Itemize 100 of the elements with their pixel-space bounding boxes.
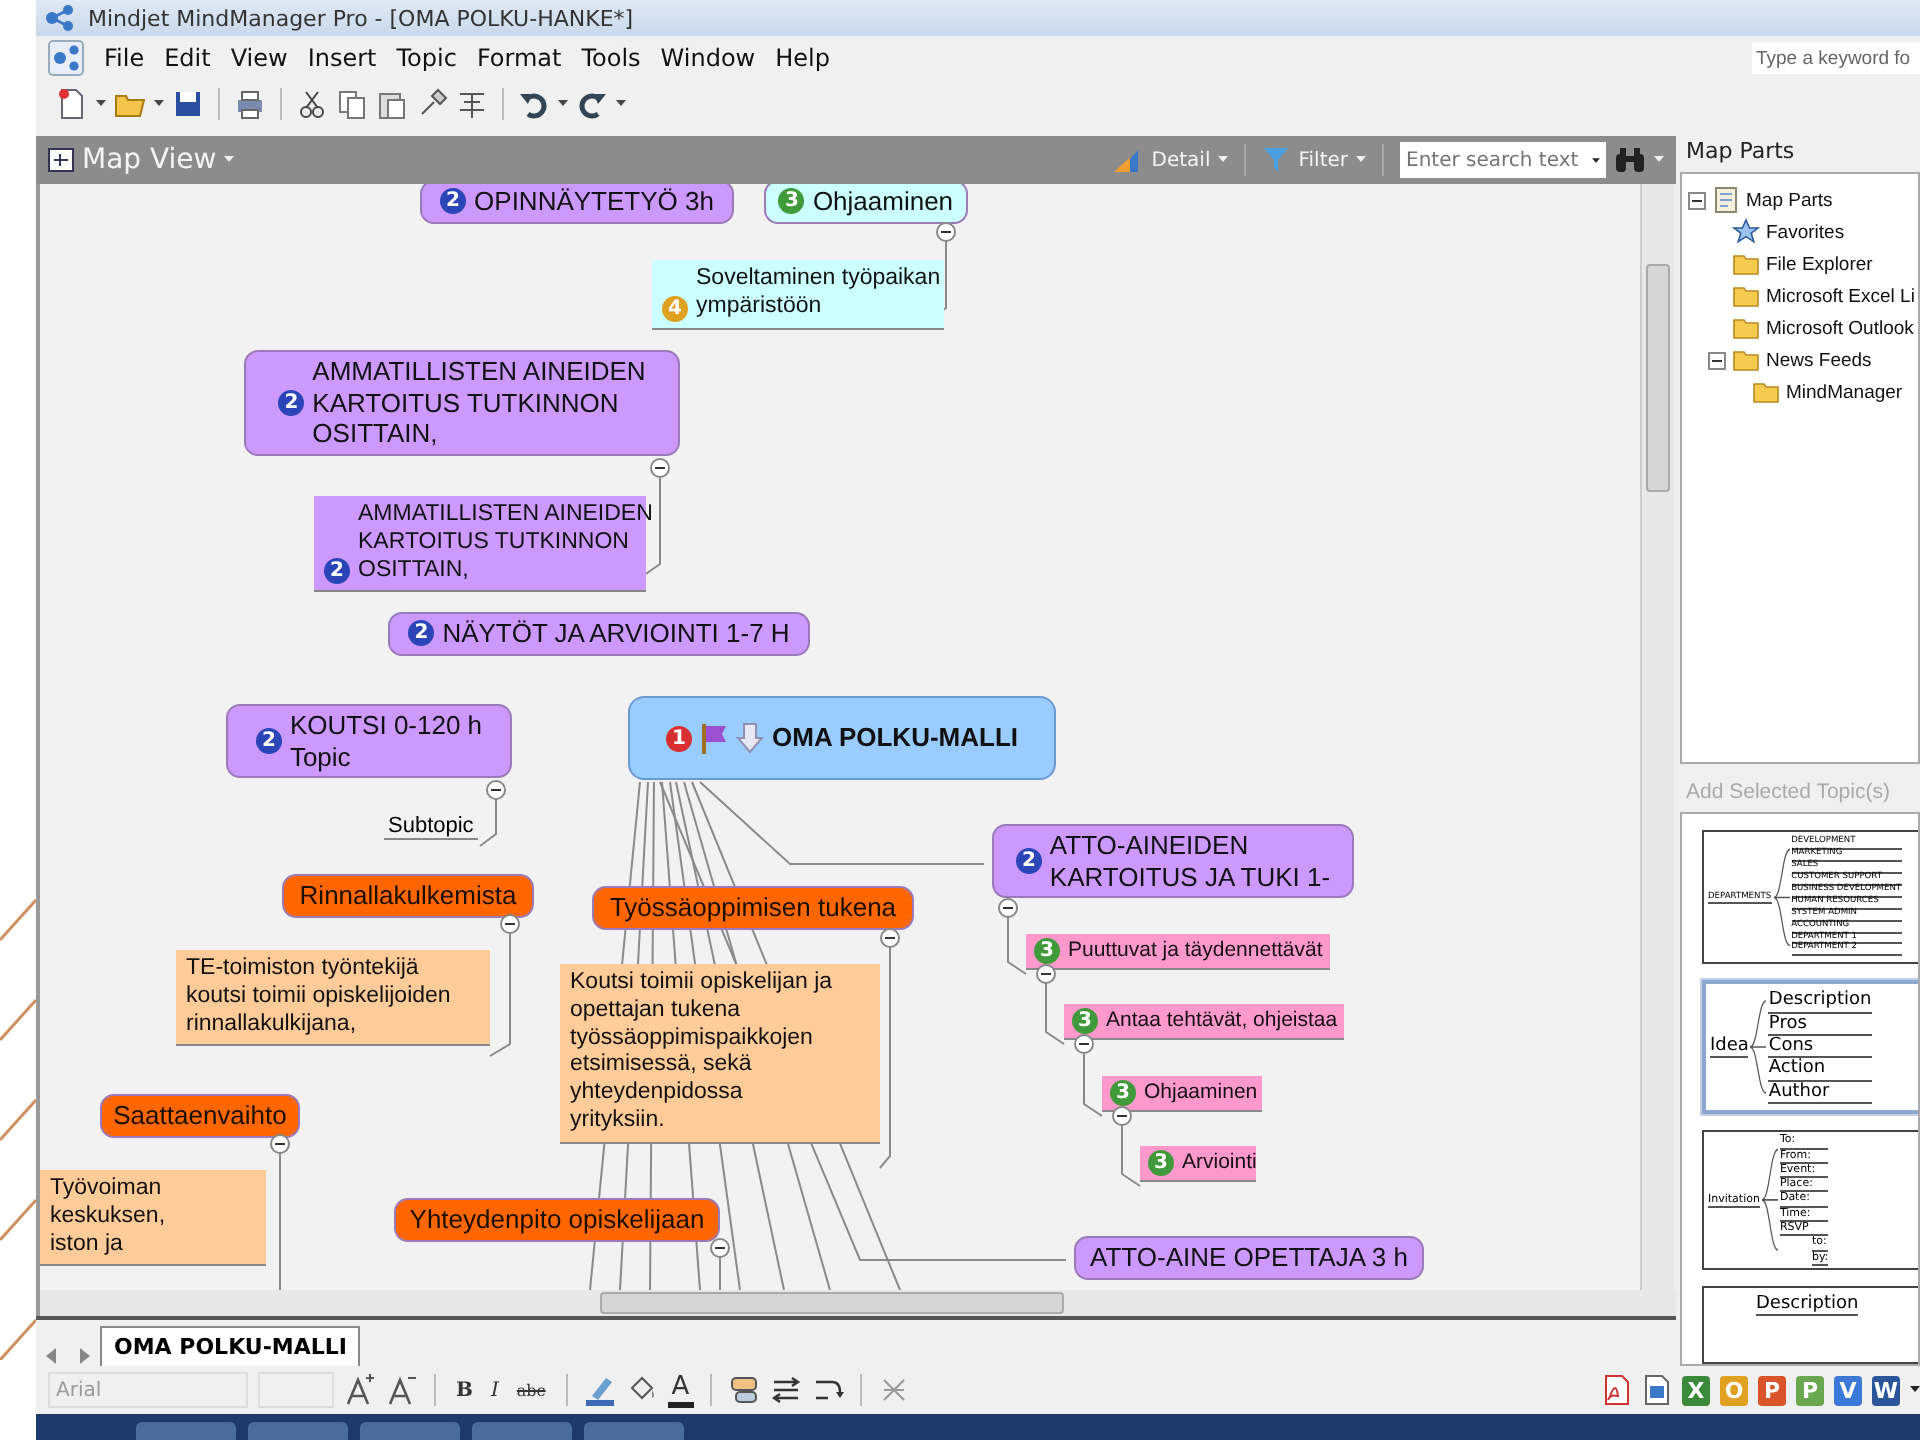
copy-icon[interactable] [336,88,368,120]
app-button[interactable]: W [1872,1375,1900,1405]
collapse-icon[interactable] [998,898,1018,918]
tree-item[interactable]: Microsoft Outlook [1766,317,1914,339]
collapse-icon[interactable] [1112,1106,1132,1126]
menu-item[interactable]: File [104,44,145,72]
app-button[interactable]: V [1834,1375,1862,1405]
subtopic-label[interactable]: Subtopic [384,814,478,840]
app-button[interactable]: P [1758,1375,1786,1405]
caret-icon[interactable] [1910,1386,1920,1394]
shrink-font-icon[interactable] [386,1374,418,1406]
subtopic-box[interactable]: 3 Ohjaaminen [1102,1076,1262,1112]
vertical-scrollbar[interactable] [1640,184,1674,1290]
folder-icon [1732,316,1760,340]
new-document-icon[interactable] [56,88,88,120]
caret-icon[interactable] [616,100,626,108]
caret-icon[interactable] [154,100,164,108]
help-search-field[interactable]: Type a keyword fo [1752,42,1920,74]
topic-box[interactable]: Yhteydenpito opiskelijaan [394,1198,720,1242]
undo-icon[interactable] [518,88,550,120]
topic-box[interactable]: Työssäoppimisen tukena [592,886,914,930]
topic-text: Arviointi [1182,1150,1257,1176]
collapse-icon[interactable] [486,780,506,800]
bold-button[interactable]: B [452,1379,477,1401]
template-label: Description [1756,1294,1859,1317]
topic-note[interactable]: 4 Soveltaminen työpaikan ympäristöön [652,260,944,330]
topic-note[interactable]: Työvoiman keskuksen, iston ja [40,1170,266,1267]
template-thumbnail[interactable]: Description [1702,1286,1918,1364]
search-field[interactable]: Enter search text [1400,142,1606,178]
priority-badge: 3 [1072,1008,1098,1034]
branch-lines-drawing [1750,996,1767,1099]
tree-item[interactable]: Microsoft Excel Li [1766,285,1915,307]
cut-icon[interactable] [296,88,328,120]
topic-text: Saattaenvaihto [113,1100,287,1132]
topic-text: Yhteydenpito opiskelijaan [409,1204,705,1236]
pdf-icon[interactable] [1602,1374,1632,1406]
topic-box[interactable]: 2 AMMATILLISTEN AINEIDEN KARTOITUS TUTKINNON OSITTAIN, [244,350,680,456]
binoculars-icon[interactable] [1614,146,1646,174]
redo-icon[interactable] [576,88,608,120]
collapse-icon[interactable] [1708,351,1726,369]
collapse-icon[interactable] [500,914,520,934]
collapse-icon[interactable] [1036,964,1056,984]
template-thumbnail[interactable]: Idea Description Pros Cons Action Author [1702,980,1918,1115]
priority-badge: 3 [778,188,805,215]
central-topic[interactable]: 1 OMA POLKU-MALLI [628,696,1056,780]
highlighter-icon[interactable] [583,1374,616,1406]
subtopic-box[interactable]: 3 Puuttuvat ja täydennettävät [1026,934,1330,970]
collapse-icon[interactable] [650,458,670,478]
topic-note[interactable]: 2 AMMATILLISTEN AINEIDEN KARTOITUS TUTKINNON OSITTAIN, [314,496,646,593]
caret-icon[interactable] [558,100,568,108]
collapse-icon[interactable] [1688,191,1706,209]
subtopic-box[interactable]: 3 Arviointi [1140,1146,1256,1182]
collapse-icon[interactable] [880,928,900,948]
menu-item[interactable]: Insert [307,44,377,72]
caret-icon[interactable] [96,100,106,108]
scrollbar-thumb[interactable] [600,1292,1064,1314]
collapse-icon[interactable] [710,1238,730,1258]
grow-font-icon[interactable] [344,1374,376,1406]
format-painter-icon[interactable] [416,88,448,120]
menu-item[interactable]: View [230,44,288,72]
collapse-icon[interactable] [270,1134,290,1154]
menu-item[interactable]: Format [476,44,562,72]
topic-note[interactable]: TE-toimiston työntekijä koutsi toimii opiskelijoiden rinnallakulkijana, [176,950,490,1047]
priority-badge: 1 [666,725,692,751]
topic-box[interactable]: Rinnallakulkemista [282,874,534,918]
menu-item[interactable]: Topic [396,44,457,72]
document-icon[interactable] [1642,1374,1672,1406]
menu-item[interactable]: Help [775,44,830,72]
save-icon[interactable] [172,88,204,120]
topic-box[interactable]: 2 NÄYTÖT JA ARVIOINTI 1-7 H [388,612,810,656]
app-logo-icon[interactable] [48,40,84,76]
collapse-icon[interactable] [1074,1034,1094,1054]
topic-box[interactable]: 3 Ohjaaminen [764,184,968,224]
topic-box[interactable]: ATTO-AINE OPETTAJA 3 h [1074,1236,1424,1280]
menu-item[interactable]: Tools [581,44,641,72]
topic-box[interactable]: 2 OPINNÄYTETYÖ 3h [420,184,734,224]
scrollbar-thumb[interactable] [1646,264,1670,492]
font-color-button[interactable]: A [667,1372,694,1408]
topic-note[interactable]: Koutsi toimii opiskelijan ja opettajan tukena työssäoppimispaikkojen etsimisessä, sekä yhteydenpidossa yrityksiin. [560,964,880,1144]
topic-text: Antaa tehtävät, ohjeistaa [1106,1008,1338,1034]
tree-item[interactable]: News Feeds [1766,349,1872,371]
strikethrough-button[interactable]: abc [512,1381,550,1399]
tree-item[interactable]: Map Parts [1746,189,1833,211]
horizontal-scrollbar[interactable] [36,1290,1676,1316]
folder-icon [1732,284,1760,308]
sheet-tab[interactable]: OMA POLKU-MALLI [100,1326,361,1366]
collapse-icon[interactable] [936,222,956,242]
subtopic-box[interactable]: 3 Antaa tehtävät, ohjeistaa [1064,1004,1344,1040]
italic-button[interactable]: I [486,1379,503,1401]
tree-item[interactable]: File Explorer [1766,253,1873,275]
tree-item[interactable]: Favorites [1766,221,1845,243]
topic-shape-icon[interactable] [727,1374,760,1406]
app-button[interactable]: X [1682,1375,1710,1405]
paste-icon[interactable] [376,88,408,120]
menu-item[interactable]: Window [660,44,756,72]
menu-item[interactable]: Edit [164,44,211,72]
topic-box[interactable]: Saattaenvaihto [100,1094,300,1138]
template-label: Action [1768,1058,1872,1082]
tree-item[interactable]: MindManager [1786,381,1903,403]
print-icon[interactable] [234,88,266,120]
